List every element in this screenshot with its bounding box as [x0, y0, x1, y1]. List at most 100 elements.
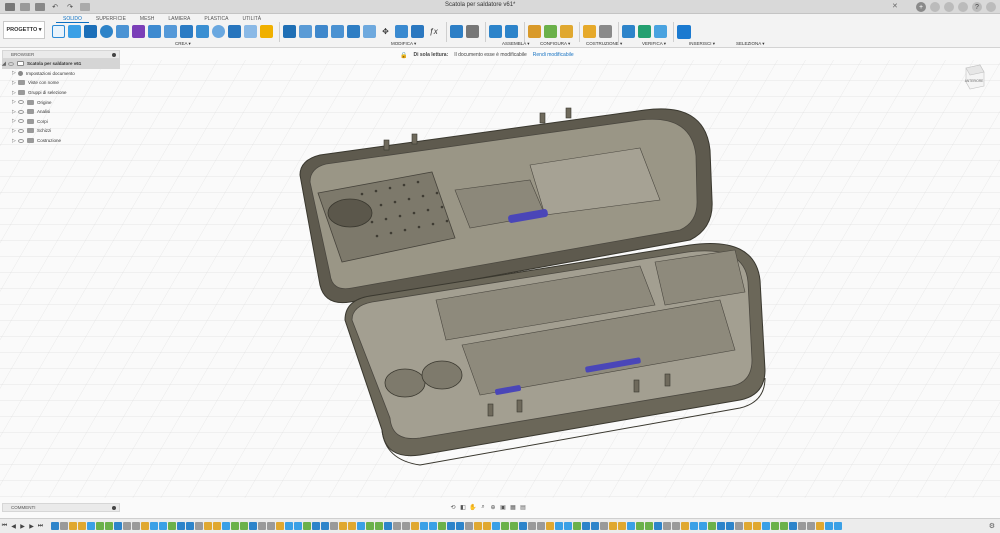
new-component-icon[interactable]	[52, 25, 65, 38]
file-menu-icon[interactable]	[20, 2, 30, 11]
browser-options-icon[interactable]	[112, 53, 116, 57]
timeline-feature[interactable]	[690, 522, 698, 530]
timeline-feature[interactable]	[231, 522, 239, 530]
timeline-feature[interactable]	[465, 522, 473, 530]
timeline-feature[interactable]	[393, 522, 401, 530]
pan-icon[interactable]: ✋	[469, 503, 477, 511]
timeline-feature[interactable]	[249, 522, 257, 530]
visibility-eye-icon[interactable]	[18, 100, 24, 105]
timeline-feature[interactable]	[132, 522, 140, 530]
play-icon[interactable]: ▶	[18, 523, 27, 530]
timeline-feature[interactable]	[744, 522, 752, 530]
undo-icon[interactable]: ↶	[50, 3, 60, 11]
combine-icon[interactable]	[363, 25, 376, 38]
timeline-feature[interactable]	[96, 522, 104, 530]
timeline-feature[interactable]	[141, 522, 149, 530]
new-tab-button[interactable]: +	[916, 2, 926, 12]
timeline-feature[interactable]	[177, 522, 185, 530]
press-pull-icon[interactable]	[283, 25, 296, 38]
timeline-feature[interactable]	[402, 522, 410, 530]
timeline-feature[interactable]	[456, 522, 464, 530]
timeline-feature[interactable]	[87, 522, 95, 530]
timeline-feature[interactable]	[285, 522, 293, 530]
timeline-feature[interactable]	[672, 522, 680, 530]
timeline-feature[interactable]	[645, 522, 653, 530]
midplane-icon[interactable]	[560, 25, 573, 38]
extrude-icon[interactable]	[84, 25, 97, 38]
timeline-feature[interactable]	[357, 522, 365, 530]
timeline-feature[interactable]	[69, 522, 77, 530]
tree-item-named-views[interactable]: ▷ Viste con nome	[2, 78, 120, 88]
timeline-feature[interactable]	[123, 522, 131, 530]
timeline-feature[interactable]	[294, 522, 302, 530]
timeline-feature[interactable]	[438, 522, 446, 530]
timeline-settings-icon[interactable]: ⚙	[989, 522, 995, 530]
timeline-feature[interactable]	[303, 522, 311, 530]
tree-item-selection-sets[interactable]: ▷ Gruppi di selezione	[2, 88, 120, 98]
workspace-switcher[interactable]: PROGETTO ▾	[3, 21, 45, 39]
orbit-icon[interactable]: ⟲	[449, 503, 457, 511]
group-modify-label[interactable]: MODIFICA ▾	[391, 41, 416, 47]
timeline-feature[interactable]	[114, 522, 122, 530]
visibility-eye-icon[interactable]	[18, 119, 24, 124]
new-component-assemble-icon[interactable]	[450, 25, 463, 38]
timeline-feature[interactable]	[474, 522, 482, 530]
select-icon[interactable]	[677, 24, 691, 39]
tab-surface[interactable]: SUPERFICIE	[89, 15, 133, 23]
timeline-feature[interactable]	[195, 522, 203, 530]
visibility-eye-icon[interactable]	[18, 138, 24, 143]
timeline-feature[interactable]	[834, 522, 842, 530]
visibility-eye-icon[interactable]	[18, 128, 24, 133]
timeline-feature[interactable]	[618, 522, 626, 530]
emboss-icon[interactable]	[180, 25, 193, 38]
timeline-feature[interactable]	[564, 522, 572, 530]
timeline-feature[interactable]	[573, 522, 581, 530]
timeline-feature[interactable]	[726, 522, 734, 530]
home-icon[interactable]	[80, 2, 90, 11]
plane-icon[interactable]	[244, 25, 257, 38]
split-body-icon[interactable]	[411, 25, 424, 38]
go-to-end-icon[interactable]: ⏭	[36, 523, 45, 530]
timeline-feature[interactable]	[150, 522, 158, 530]
timeline-feature[interactable]	[609, 522, 617, 530]
scale-icon[interactable]	[347, 25, 360, 38]
configure-icon[interactable]	[489, 25, 502, 38]
notifications-icon[interactable]	[958, 2, 968, 12]
group-insert-label[interactable]: INSERISCI ▾	[689, 41, 715, 47]
timeline-feature[interactable]	[582, 522, 590, 530]
timeline-feature[interactable]	[312, 522, 320, 530]
tab-utilities[interactable]: UTILITÀ	[236, 15, 269, 23]
timeline-feature[interactable]	[825, 522, 833, 530]
timeline-feature[interactable]	[636, 522, 644, 530]
web-icon[interactable]	[164, 25, 177, 38]
timeline-feature[interactable]	[483, 522, 491, 530]
rib-icon[interactable]	[148, 25, 161, 38]
timeline-feature[interactable]	[555, 522, 563, 530]
timeline-feature[interactable]	[816, 522, 824, 530]
group-configure-label[interactable]: CONFIGURA ▾	[540, 41, 570, 47]
loft-icon[interactable]	[132, 25, 145, 38]
table-icon[interactable]	[505, 25, 518, 38]
timeline-feature[interactable]	[51, 522, 59, 530]
timeline-feature[interactable]	[366, 522, 374, 530]
timeline-feature[interactable]	[762, 522, 770, 530]
apps-grid-icon[interactable]	[5, 2, 15, 11]
revolve-icon[interactable]	[100, 25, 113, 38]
coil-icon[interactable]	[196, 25, 209, 38]
timeline-feature[interactable]	[627, 522, 635, 530]
timeline-feature[interactable]	[735, 522, 743, 530]
visibility-eye-icon[interactable]	[18, 109, 24, 114]
timeline-feature[interactable]	[708, 522, 716, 530]
timeline-feature[interactable]	[546, 522, 554, 530]
help-icon[interactable]: ?	[972, 2, 982, 12]
pattern-icon[interactable]	[212, 25, 225, 38]
timeline-feature[interactable]	[60, 522, 68, 530]
viewports-icon[interactable]: ▤	[519, 503, 527, 511]
go-to-start-icon[interactable]: ⏮	[0, 523, 9, 530]
timeline-feature[interactable]	[807, 522, 815, 530]
timeline-feature[interactable]	[222, 522, 230, 530]
tree-root[interactable]: ◢ Scatola per saldatore v61	[2, 59, 120, 69]
timeline-feature[interactable]	[276, 522, 284, 530]
user-avatar[interactable]	[986, 2, 996, 12]
timeline-feature[interactable]	[411, 522, 419, 530]
